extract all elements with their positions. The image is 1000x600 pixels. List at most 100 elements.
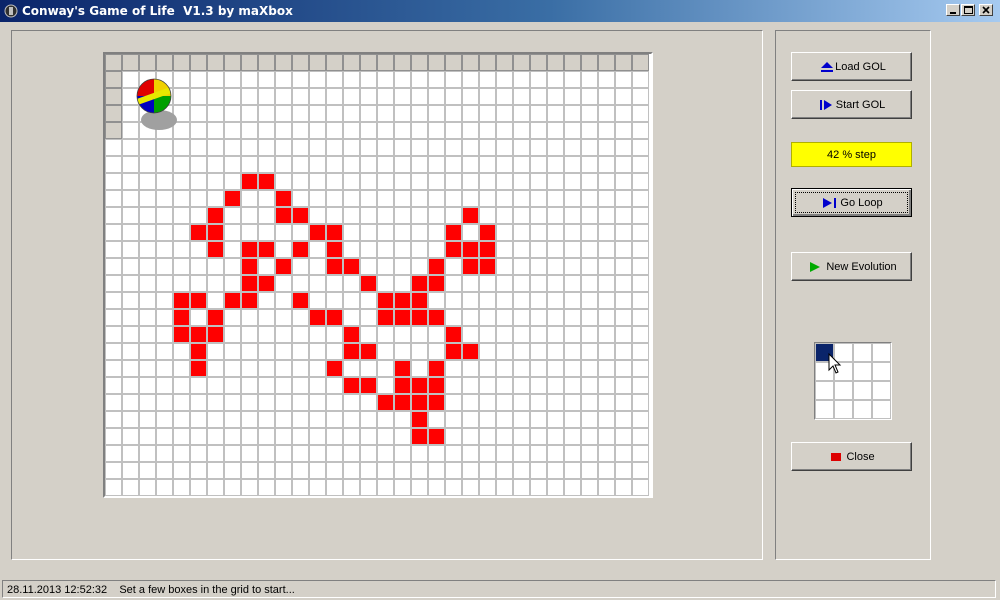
grid-cell[interactable] xyxy=(445,173,462,190)
grid-cell[interactable] xyxy=(122,445,139,462)
grid-cell[interactable] xyxy=(173,54,190,71)
grid-cell[interactable] xyxy=(156,54,173,71)
grid-cell[interactable] xyxy=(207,88,224,105)
grid-cell[interactable] xyxy=(564,258,581,275)
grid-cell[interactable] xyxy=(139,275,156,292)
mini-cell[interactable] xyxy=(853,400,872,419)
grid-cell[interactable] xyxy=(581,105,598,122)
grid-cell[interactable] xyxy=(513,275,530,292)
grid-cell[interactable] xyxy=(207,190,224,207)
close-button[interactable]: Close xyxy=(791,442,912,471)
grid-cell[interactable] xyxy=(411,190,428,207)
grid-cell-alive[interactable] xyxy=(207,309,224,326)
grid-cell[interactable] xyxy=(122,394,139,411)
grid-cell[interactable] xyxy=(258,71,275,88)
grid-cell[interactable] xyxy=(462,122,479,139)
grid-cell[interactable] xyxy=(122,241,139,258)
grid-cell[interactable] xyxy=(632,139,649,156)
grid-cell-alive[interactable] xyxy=(428,428,445,445)
new-evolution-button[interactable]: New Evolution xyxy=(791,252,912,281)
grid-cell[interactable] xyxy=(530,122,547,139)
grid-cell[interactable] xyxy=(207,428,224,445)
grid-cell[interactable] xyxy=(547,156,564,173)
grid-cell[interactable] xyxy=(292,343,309,360)
grid-cell[interactable] xyxy=(462,445,479,462)
grid-cell-alive[interactable] xyxy=(411,309,428,326)
grid-cell[interactable] xyxy=(411,156,428,173)
mini-cell[interactable] xyxy=(834,381,853,400)
grid-cell[interactable] xyxy=(394,445,411,462)
grid-cell[interactable] xyxy=(394,428,411,445)
maximize-button[interactable] xyxy=(961,4,975,16)
grid-cell[interactable] xyxy=(377,190,394,207)
grid-cell[interactable] xyxy=(479,207,496,224)
grid-cell[interactable] xyxy=(411,122,428,139)
grid-cell[interactable] xyxy=(564,343,581,360)
grid-cell-alive[interactable] xyxy=(411,275,428,292)
grid-cell[interactable] xyxy=(156,173,173,190)
grid-cell[interactable] xyxy=(547,173,564,190)
grid-cell-alive[interactable] xyxy=(309,224,326,241)
grid-cell[interactable] xyxy=(581,54,598,71)
grid-cell[interactable] xyxy=(207,122,224,139)
grid-cell[interactable] xyxy=(496,292,513,309)
grid-cell[interactable] xyxy=(581,292,598,309)
grid-cell[interactable] xyxy=(462,139,479,156)
grid-cell[interactable] xyxy=(547,190,564,207)
grid-cell[interactable] xyxy=(309,326,326,343)
grid-cell[interactable] xyxy=(139,326,156,343)
grid-cell[interactable] xyxy=(122,360,139,377)
grid-cell[interactable] xyxy=(241,190,258,207)
grid-cell[interactable] xyxy=(445,292,462,309)
grid-cell[interactable] xyxy=(241,462,258,479)
grid-cell[interactable] xyxy=(190,462,207,479)
grid-cell-alive[interactable] xyxy=(275,207,292,224)
grid-cell[interactable] xyxy=(564,190,581,207)
grid-cell[interactable] xyxy=(377,241,394,258)
grid-cell[interactable] xyxy=(292,88,309,105)
grid-cell[interactable] xyxy=(105,122,122,139)
grid-cell[interactable] xyxy=(241,360,258,377)
grid-cell-alive[interactable] xyxy=(394,309,411,326)
grid-cell[interactable] xyxy=(564,139,581,156)
grid-cell[interactable] xyxy=(394,326,411,343)
grid-cell[interactable] xyxy=(581,377,598,394)
grid-cell[interactable] xyxy=(547,445,564,462)
grid-cell[interactable] xyxy=(207,394,224,411)
grid-cell-alive[interactable] xyxy=(360,343,377,360)
grid-cell[interactable] xyxy=(496,105,513,122)
grid-cell[interactable] xyxy=(581,190,598,207)
grid-cell[interactable] xyxy=(224,54,241,71)
grid-cell[interactable] xyxy=(394,241,411,258)
grid-cell[interactable] xyxy=(224,377,241,394)
grid-cell[interactable] xyxy=(428,326,445,343)
grid-cell[interactable] xyxy=(360,173,377,190)
grid-cell[interactable] xyxy=(105,292,122,309)
grid-cell[interactable] xyxy=(309,377,326,394)
grid-cell[interactable] xyxy=(207,258,224,275)
grid-cell[interactable] xyxy=(309,462,326,479)
grid-cell[interactable] xyxy=(190,88,207,105)
grid-cell[interactable] xyxy=(598,292,615,309)
grid-cell[interactable] xyxy=(564,394,581,411)
grid-cell-alive[interactable] xyxy=(462,258,479,275)
grid-cell[interactable] xyxy=(207,343,224,360)
grid-cell[interactable] xyxy=(309,190,326,207)
mini-cell[interactable] xyxy=(872,381,891,400)
grid-cell[interactable] xyxy=(139,156,156,173)
grid-cell[interactable] xyxy=(445,462,462,479)
grid-cell[interactable] xyxy=(530,71,547,88)
grid-cell[interactable] xyxy=(377,88,394,105)
grid-cell[interactable] xyxy=(224,88,241,105)
grid-cell-alive[interactable] xyxy=(275,190,292,207)
grid-cell[interactable] xyxy=(292,394,309,411)
life-grid-canvas[interactable] xyxy=(105,54,651,496)
grid-cell[interactable] xyxy=(632,394,649,411)
grid-cell[interactable] xyxy=(598,54,615,71)
grid-cell[interactable] xyxy=(122,411,139,428)
grid-cell[interactable] xyxy=(360,190,377,207)
grid-cell[interactable] xyxy=(479,428,496,445)
grid-cell[interactable] xyxy=(411,88,428,105)
start-gol-button[interactable]: Start GOL xyxy=(791,90,912,119)
grid-cell[interactable] xyxy=(258,479,275,496)
